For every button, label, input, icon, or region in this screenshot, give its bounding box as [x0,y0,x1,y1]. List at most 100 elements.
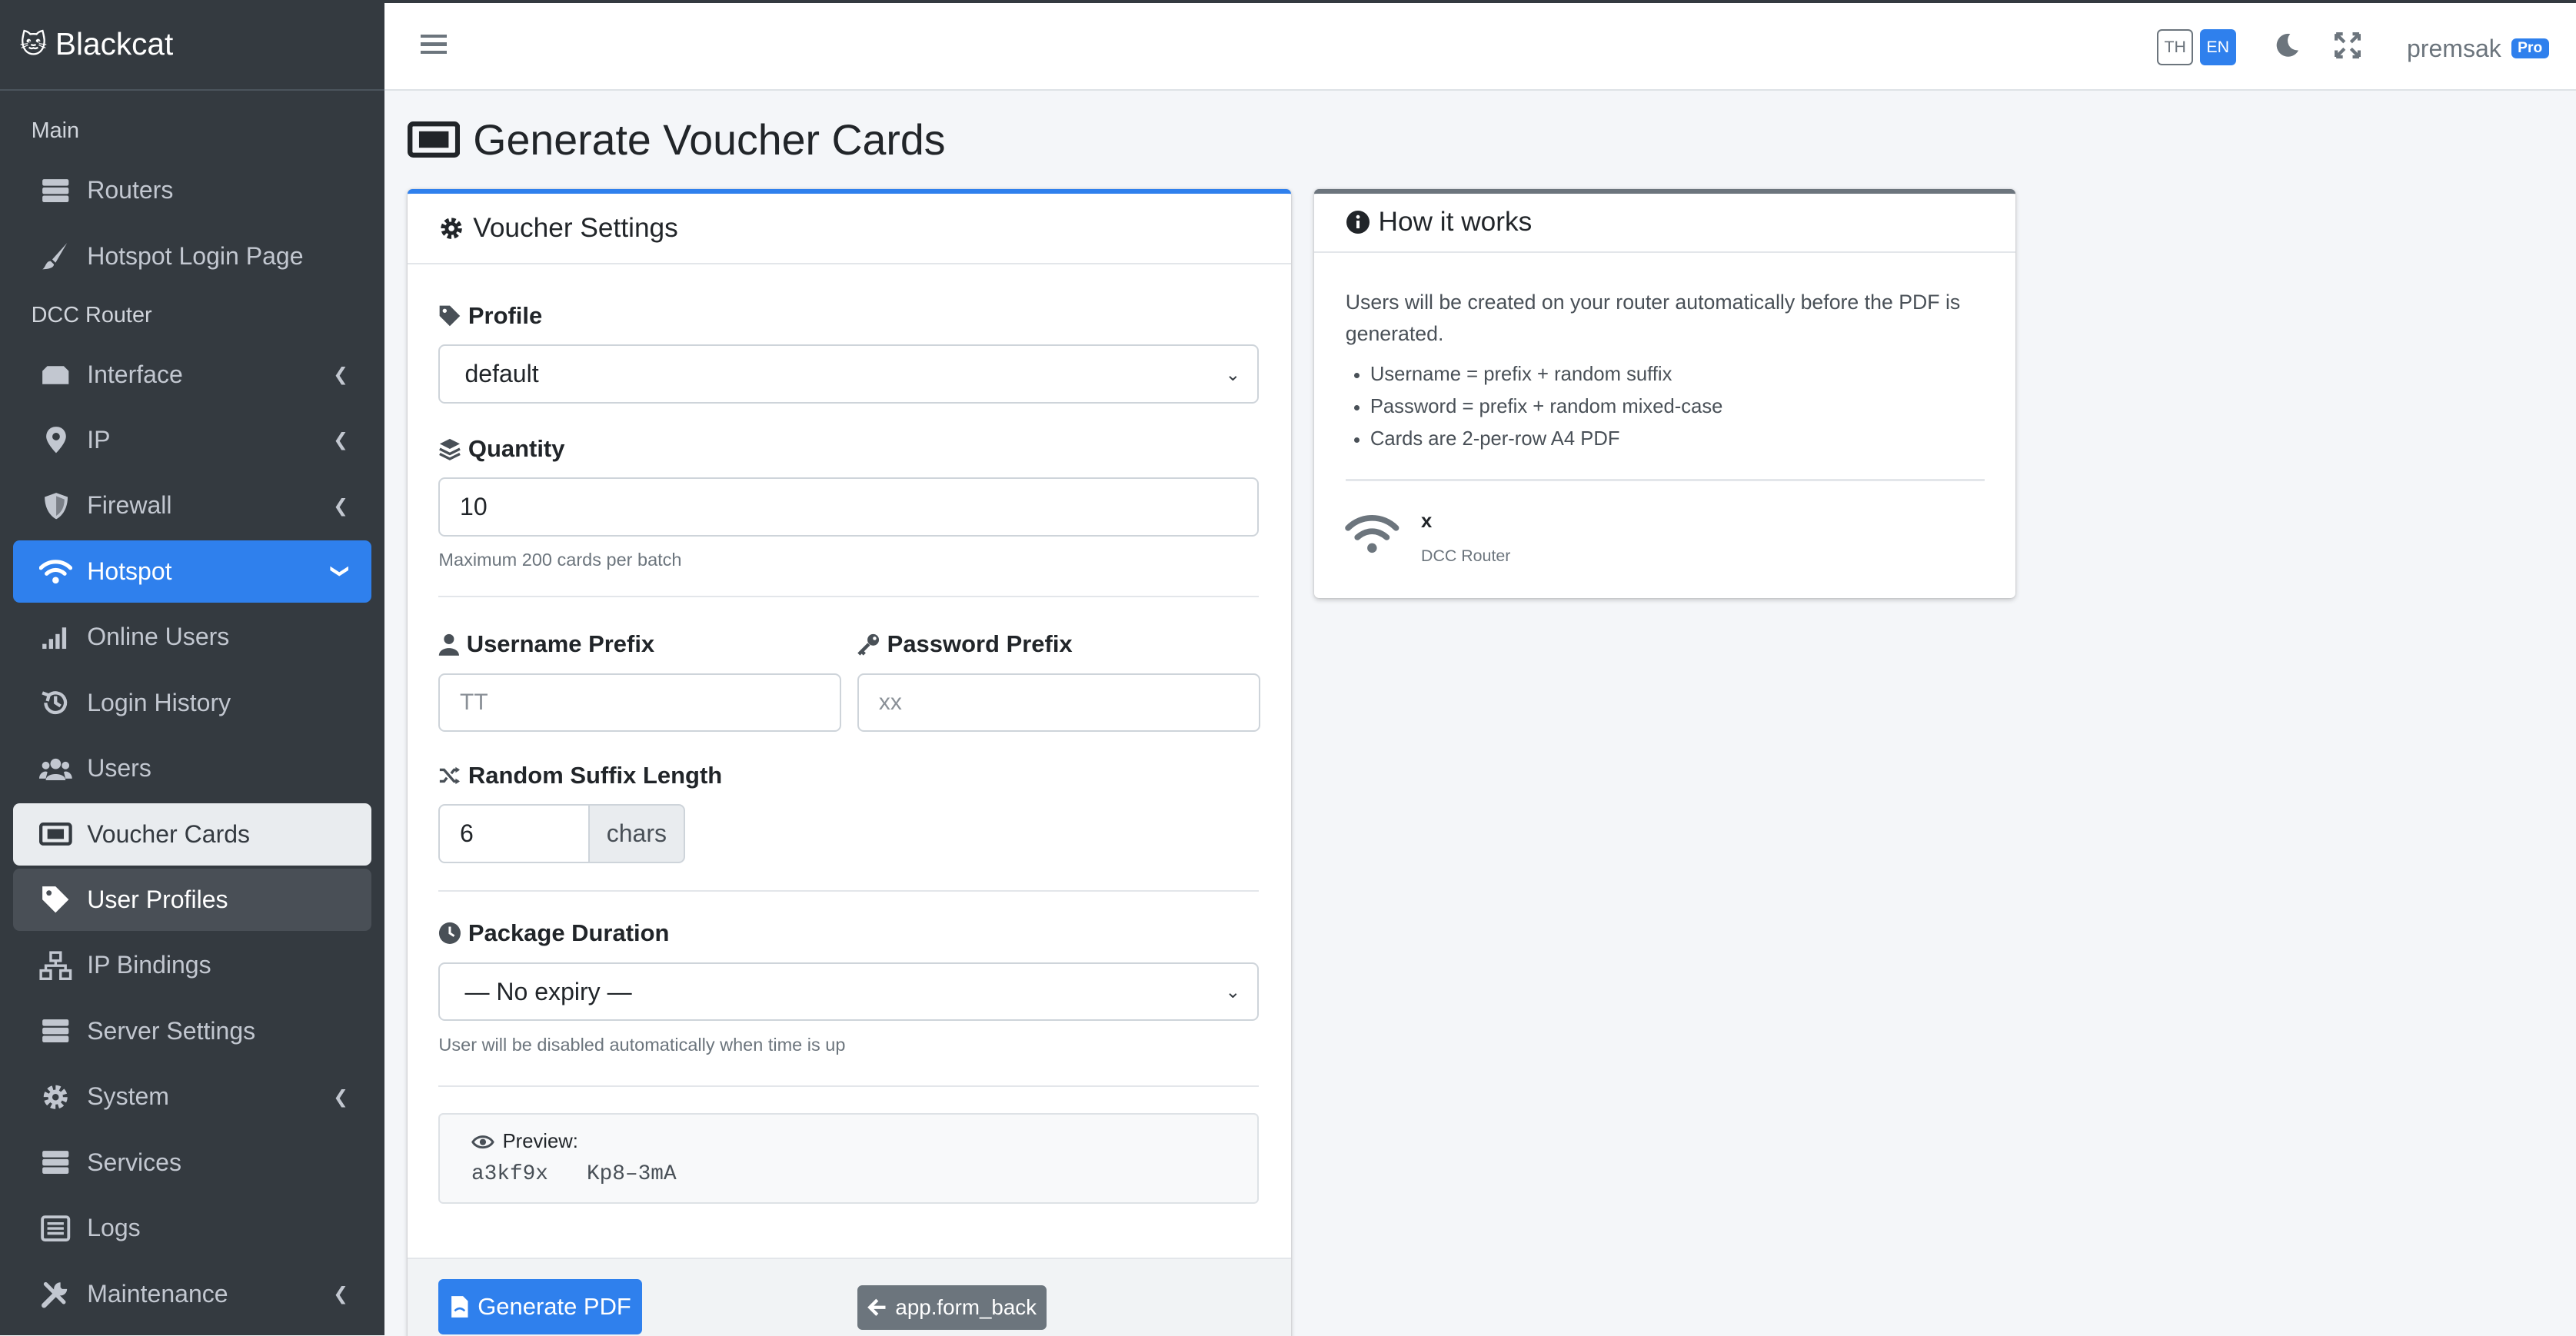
sidebar-item-hotspot-login-page[interactable]: Hotspot Login Page [13,225,371,287]
file-pdf-icon [450,1294,470,1319]
hamburger-menu-icon[interactable] [420,29,448,55]
moon-icon[interactable] [2274,32,2303,61]
back-button[interactable]: app.form_back [857,1285,1047,1330]
username: premsak [2406,34,2501,62]
gear-icon [39,1080,72,1113]
sidebar-item-label: Maintenance [87,1279,228,1308]
sidebar-item-label: Firewall [87,491,172,520]
lang-en-button[interactable]: EN [2199,29,2236,66]
quantity-help: Maximum 200 cards per batch [438,550,682,570]
sidebar-item-login-history[interactable]: Login History [13,672,371,734]
top-navbar: TH EN premsak Pro [384,0,2576,91]
duration-help: User will be disabled automatically when… [438,1034,846,1055]
ticket-icon [407,121,461,158]
signal-bars-icon [39,620,72,653]
sidebar-item-label: System [87,1082,169,1111]
preview-username: a3kf9x [471,1162,548,1187]
card-title: How it works [1378,207,1533,238]
suffix-length-input[interactable]: 6 [438,804,590,864]
sidebar-item-user-profiles[interactable]: User Profiles [13,868,371,932]
list-item: Username = prefix + random suffix [1370,359,1985,391]
sidebar-item-routers[interactable]: Routers [13,159,371,221]
sidebar-item-label: Voucher Cards [87,819,251,848]
list-icon [39,1211,72,1245]
chevron-down-icon: ❯ [331,563,351,580]
info-circle-icon [1346,210,1370,234]
nav-header-main: Main [31,118,80,144]
sidebar-item-label: User Profiles [87,886,228,914]
key-icon [857,633,880,656]
card-footer: Generate PDF app.form_back [407,1258,1292,1336]
chevron-left-icon: ❮ [333,1284,348,1304]
tag-icon [438,304,461,327]
sidebar-item-firewall[interactable]: Firewall ❮ [13,474,371,537]
clock-icon [438,922,461,945]
arrow-left-icon [867,1298,887,1317]
divider [438,596,1259,598]
lang-th-button[interactable]: TH [2157,29,2194,66]
sidebar-item-hotspot[interactable]: Hotspot ❯ [13,540,371,603]
server-icon [39,174,72,207]
sidebar-item-logs[interactable]: Logs [13,1197,371,1259]
sidebar-item-services[interactable]: Services [13,1132,371,1194]
password-prefix-input[interactable]: xx [857,673,1260,733]
tools-icon [39,1278,72,1311]
brand-name: Blackcat [55,26,174,62]
sidebar-item-online-users[interactable]: Online Users [13,606,371,668]
username-prefix-input[interactable]: TT [438,673,841,733]
tag-icon [39,883,72,916]
preview-password: Kp8–3mA [586,1162,677,1187]
brand[interactable]: 🐱 Blackcat [0,0,384,91]
pro-badge: Pro [2511,38,2549,59]
sidebar-item-label: Hotspot [87,557,172,585]
layers-icon [438,437,461,460]
sitemap-icon [39,949,72,982]
fullscreen-icon[interactable] [2334,32,2364,61]
shuffle-icon [438,764,461,787]
chevron-left-icon: ❮ [333,495,348,516]
page-title: Generate Voucher Cards [407,115,946,165]
chevron-down-icon: ⌄ [1225,364,1241,384]
card-header: How it works [1314,194,2016,253]
sidebar-item-label: Routers [87,176,174,204]
how-it-works-card: How it works Users will be created on yo… [1314,188,2016,598]
sidebar-item-system[interactable]: System ❮ [13,1065,371,1128]
generate-pdf-button[interactable]: Generate PDF [438,1278,643,1335]
sidebar-item-server-settings[interactable]: Server Settings [13,1000,371,1062]
password-prefix-label: Password Prefix [857,630,1073,658]
package-duration-select[interactable]: — No expiry — ⌄ [438,962,1259,1022]
divider [1345,479,1985,481]
wifi-icon [1344,512,1400,555]
user-menu[interactable]: premsak Pro [2407,35,2549,63]
quantity-label: Quantity [438,435,564,463]
divider [438,889,1259,892]
sidebar-item-maintenance[interactable]: Maintenance ❮ [13,1263,371,1325]
how-intro: Users will be created on your router aut… [1345,291,1961,346]
chars-addon: chars [587,804,685,864]
nav-header-router: DCC Router [31,302,152,327]
sidebar-item-label: Services [87,1148,182,1176]
eye-icon [471,1134,494,1150]
list-item: Cards are 2-per-row A4 PDF [1370,424,1985,456]
username-prefix-label: Username Prefix [438,630,654,658]
quantity-input[interactable]: 10 [438,477,1259,537]
list-item: Password = prefix + random mixed-case [1370,391,1985,424]
preview-box: Preview: a3kf9x Kp8–3mA [438,1113,1259,1204]
profile-select[interactable]: default ⌄ [438,344,1259,404]
card-title: Voucher Settings [473,212,678,243]
preview-label: Preview: [471,1131,578,1153]
sidebar-item-label: Login History [87,688,231,716]
sidebar-item-ip[interactable]: IP ❮ [13,409,371,471]
sidebar-item-label: Online Users [87,623,230,651]
divider [438,1085,1259,1087]
voucher-settings-card: Voucher Settings Profile default ⌄ Quant… [407,188,1292,1336]
sidebar-item-ip-bindings[interactable]: IP Bindings [13,934,371,996]
chevron-down-icon: ⌄ [1225,982,1241,1002]
sidebar-item-label: Server Settings [87,1016,256,1045]
sidebar-item-interface[interactable]: Interface ❮ [13,343,371,405]
sidebar-item-users[interactable]: Users [13,737,371,799]
map-pin-icon [39,424,72,457]
sidebar-item-voucher-cards[interactable]: Voucher Cards [13,803,371,866]
preview-credentials: a3kf9x Kp8–3mA [471,1162,677,1186]
history-icon [39,686,72,720]
